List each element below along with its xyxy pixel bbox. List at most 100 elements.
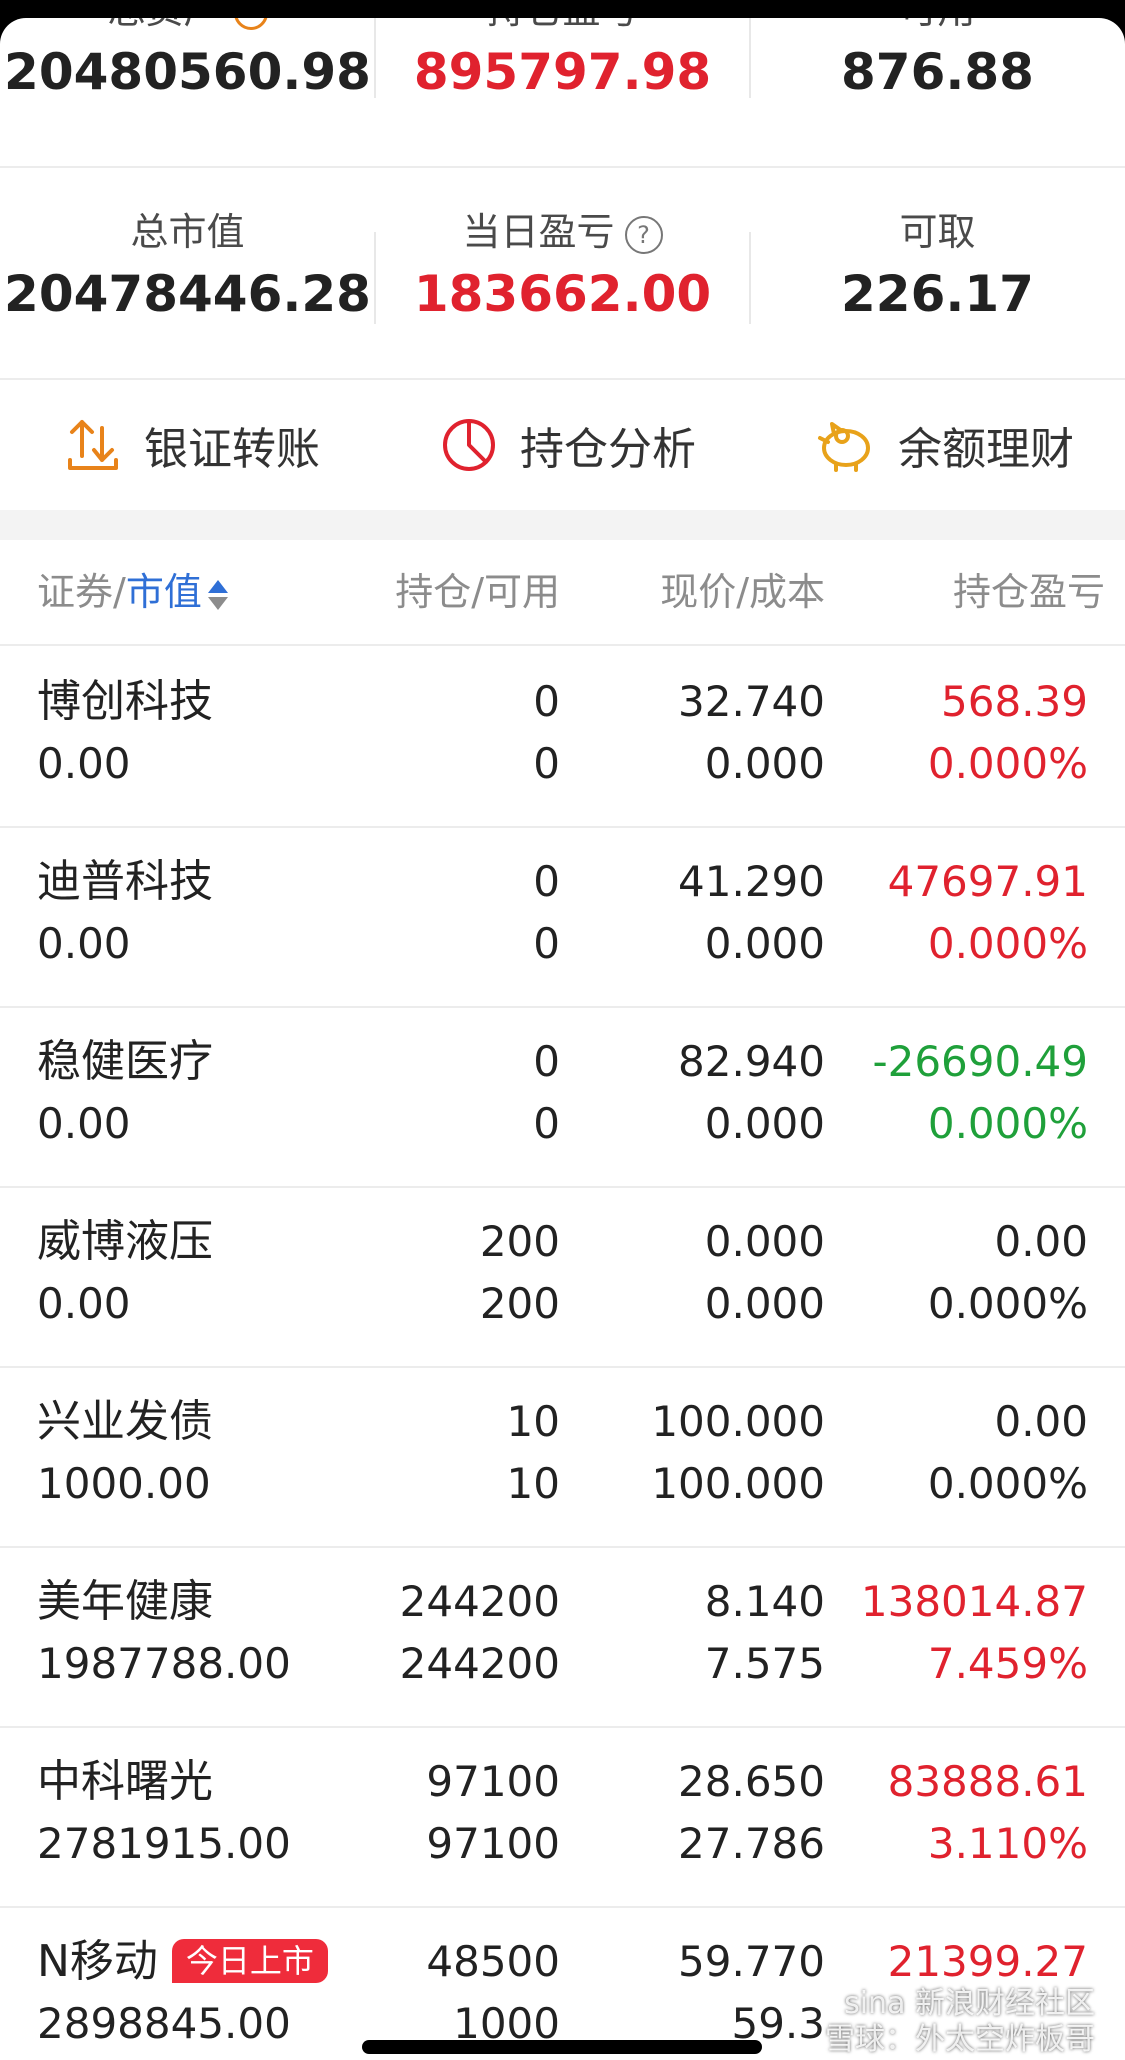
available-qty: 200 — [479, 1279, 560, 1328]
bank-transfer-button[interactable]: 银证转账 — [64, 380, 320, 510]
market-value: 1000.00 — [37, 1459, 211, 1508]
position-pnl-pct: 0.000% — [927, 1459, 1088, 1508]
security-name: 中科曙光 — [37, 1754, 213, 1810]
available-qty: 0 — [533, 1099, 560, 1148]
position-pnl-pct: 0.000% — [927, 1099, 1088, 1148]
balance-wealth-button[interactable]: 余额理财 — [814, 380, 1074, 510]
column-security-market-value[interactable]: 证券/市值 — [37, 540, 228, 644]
positions-sheet: 总资产 › 20480560.98 持仓盈亏 895797.98 可用 876.8… — [0, 18, 1125, 2060]
market-value: 0.00 — [37, 1279, 131, 1328]
divider — [749, 232, 751, 324]
home-indicator[interactable] — [362, 2040, 762, 2054]
security-name: 威博液压 — [37, 1214, 213, 1270]
table-row[interactable]: 博创科技 0.00 0 0 32.740 0.000 568.39 0.000% — [0, 646, 1125, 828]
table-row[interactable]: 兴业发债 1000.00 10 10 100.000 100.000 0.00 … — [0, 1366, 1125, 1548]
security-header-label: 证券 — [37, 570, 114, 614]
current-price: 8.140 — [704, 1577, 825, 1626]
position-pnl: 568.39 — [941, 677, 1088, 726]
total-market-value-value: 20478446.28 — [4, 265, 371, 323]
available-qty: 0 — [533, 739, 560, 788]
transfer-icon — [68, 420, 118, 470]
listing-badge: 今日上市 — [171, 1939, 328, 1983]
available-qty: 10 — [506, 1459, 560, 1508]
withdrawable-label: 可取 — [899, 210, 976, 254]
market-value: 0.00 — [37, 739, 131, 788]
holding-qty: 97100 — [426, 1757, 560, 1806]
cost-price: 0.000 — [704, 1099, 825, 1148]
watermark-line1: sina 新浪财经社区 — [844, 1986, 1095, 2021]
column-price-cost: 现价/成本 — [660, 570, 825, 614]
divider — [374, 232, 376, 324]
security-name: 迪普科技 — [37, 854, 213, 910]
market-value: 0.00 — [37, 1099, 131, 1148]
available-qty: 97100 — [426, 1819, 560, 1868]
cost-price: 0.000 — [704, 1279, 825, 1328]
position-pnl-pct: 0.000% — [927, 919, 1088, 968]
pie-chart-icon — [443, 419, 495, 471]
position-pnl: 0.00 — [994, 1217, 1088, 1266]
market-value: 2781915.00 — [37, 1819, 291, 1868]
current-price: 0.000 — [704, 1217, 825, 1266]
summary-row-2: 总市值 20478446.28 当日盈亏? 183662.00 可取 226.1… — [0, 208, 1125, 348]
watermark-line2: 雪球：外太空炸板哥 — [825, 2022, 1095, 2057]
summary-row-1: 总资产 › 20480560.98 持仓盈亏 895797.98 可用 876.8… — [0, 18, 1125, 126]
current-price: 41.290 — [678, 857, 825, 906]
position-pnl: 21399.27 — [887, 1937, 1088, 1986]
chevron-right-icon[interactable]: › — [233, 18, 268, 30]
column-position-pnl: 持仓盈亏 — [952, 570, 1105, 614]
current-price: 28.650 — [678, 1757, 825, 1806]
available-value: 876.88 — [841, 43, 1034, 101]
security-name-text: 迪普科技 — [37, 856, 213, 907]
help-icon[interactable]: ? — [624, 215, 663, 254]
table-row[interactable]: 威博液压 0.00 200 200 0.000 0.000 0.00 0.000… — [0, 1186, 1125, 1368]
table-row[interactable]: 美年健康 1987788.00 244200 244200 8.140 7.57… — [0, 1546, 1125, 1728]
total-assets-label: 总资产 — [107, 18, 221, 32]
security-name-text: 美年健康 — [37, 1576, 213, 1627]
position-analysis-button[interactable]: 持仓分析 — [440, 380, 696, 510]
available-qty: 244200 — [399, 1639, 560, 1688]
market-value: 2898845.00 — [37, 1999, 291, 2048]
security-name: 博创科技 — [37, 674, 213, 730]
security-name-text: 威博液压 — [37, 1216, 213, 1267]
position-pnl: 47697.91 — [887, 857, 1088, 906]
security-name: 稳健医疗 — [37, 1034, 213, 1090]
section-gap — [0, 510, 1125, 540]
divider — [749, 18, 751, 98]
holding-qty: 48500 — [426, 1937, 560, 1986]
bank-transfer-label: 银证转账 — [144, 424, 320, 475]
market-value-header-label: 市值 — [125, 570, 202, 614]
balance-wealth-label: 余额理财 — [898, 424, 1074, 475]
cost-price: 0.000 — [704, 919, 825, 968]
security-name: N移动 今日上市 — [37, 1934, 328, 1990]
total-market-value-cell: 总市值 20478446.28 — [0, 208, 375, 324]
current-price: 32.740 — [678, 677, 825, 726]
available-label: 可用 — [750, 18, 1125, 34]
holding-qty: 200 — [479, 1217, 560, 1266]
security-name-text: 中科曙光 — [37, 1756, 213, 1807]
total-assets-value: 20480560.98 — [4, 43, 371, 101]
withdrawable-value: 226.17 — [841, 265, 1034, 323]
security-name-text: N移动 — [37, 1936, 158, 1987]
position-pnl-pct: 0.000% — [927, 739, 1088, 788]
divider — [374, 18, 376, 98]
current-price: 82.940 — [678, 1037, 825, 1086]
position-pnl: 0.00 — [994, 1397, 1088, 1446]
sort-icon[interactable] — [207, 578, 228, 612]
holding-qty: 244200 — [399, 1577, 560, 1626]
available-qty: 0 — [533, 919, 560, 968]
table-row[interactable]: 迪普科技 0.00 0 0 41.290 0.000 47697.91 0.00… — [0, 826, 1125, 1008]
holding-qty: 0 — [533, 677, 560, 726]
cost-price: 100.000 — [651, 1459, 825, 1508]
divider — [0, 166, 1125, 168]
table-row[interactable]: 稳健医疗 0.00 0 0 82.940 0.000 -26690.49 0.0… — [0, 1006, 1125, 1188]
position-pnl: -26690.49 — [872, 1037, 1088, 1086]
holdings-table-header: 证券/市值 持仓/可用 现价/成本 持仓盈亏 — [0, 540, 1125, 646]
table-row[interactable]: 中科曙光 2781915.00 97100 97100 28.650 27.78… — [0, 1726, 1125, 1908]
withdrawable-cell: 可取 226.17 — [750, 208, 1125, 324]
security-name-text: 稳健医疗 — [37, 1036, 213, 1087]
position-pnl-pct: 7.459% — [927, 1639, 1088, 1688]
position-pnl-cell: 持仓盈亏 895797.98 — [375, 18, 750, 102]
header-slash: / — [113, 570, 126, 614]
total-assets-cell[interactable]: 总资产 › 20480560.98 — [0, 18, 375, 102]
cost-price: 0.000 — [704, 739, 825, 788]
